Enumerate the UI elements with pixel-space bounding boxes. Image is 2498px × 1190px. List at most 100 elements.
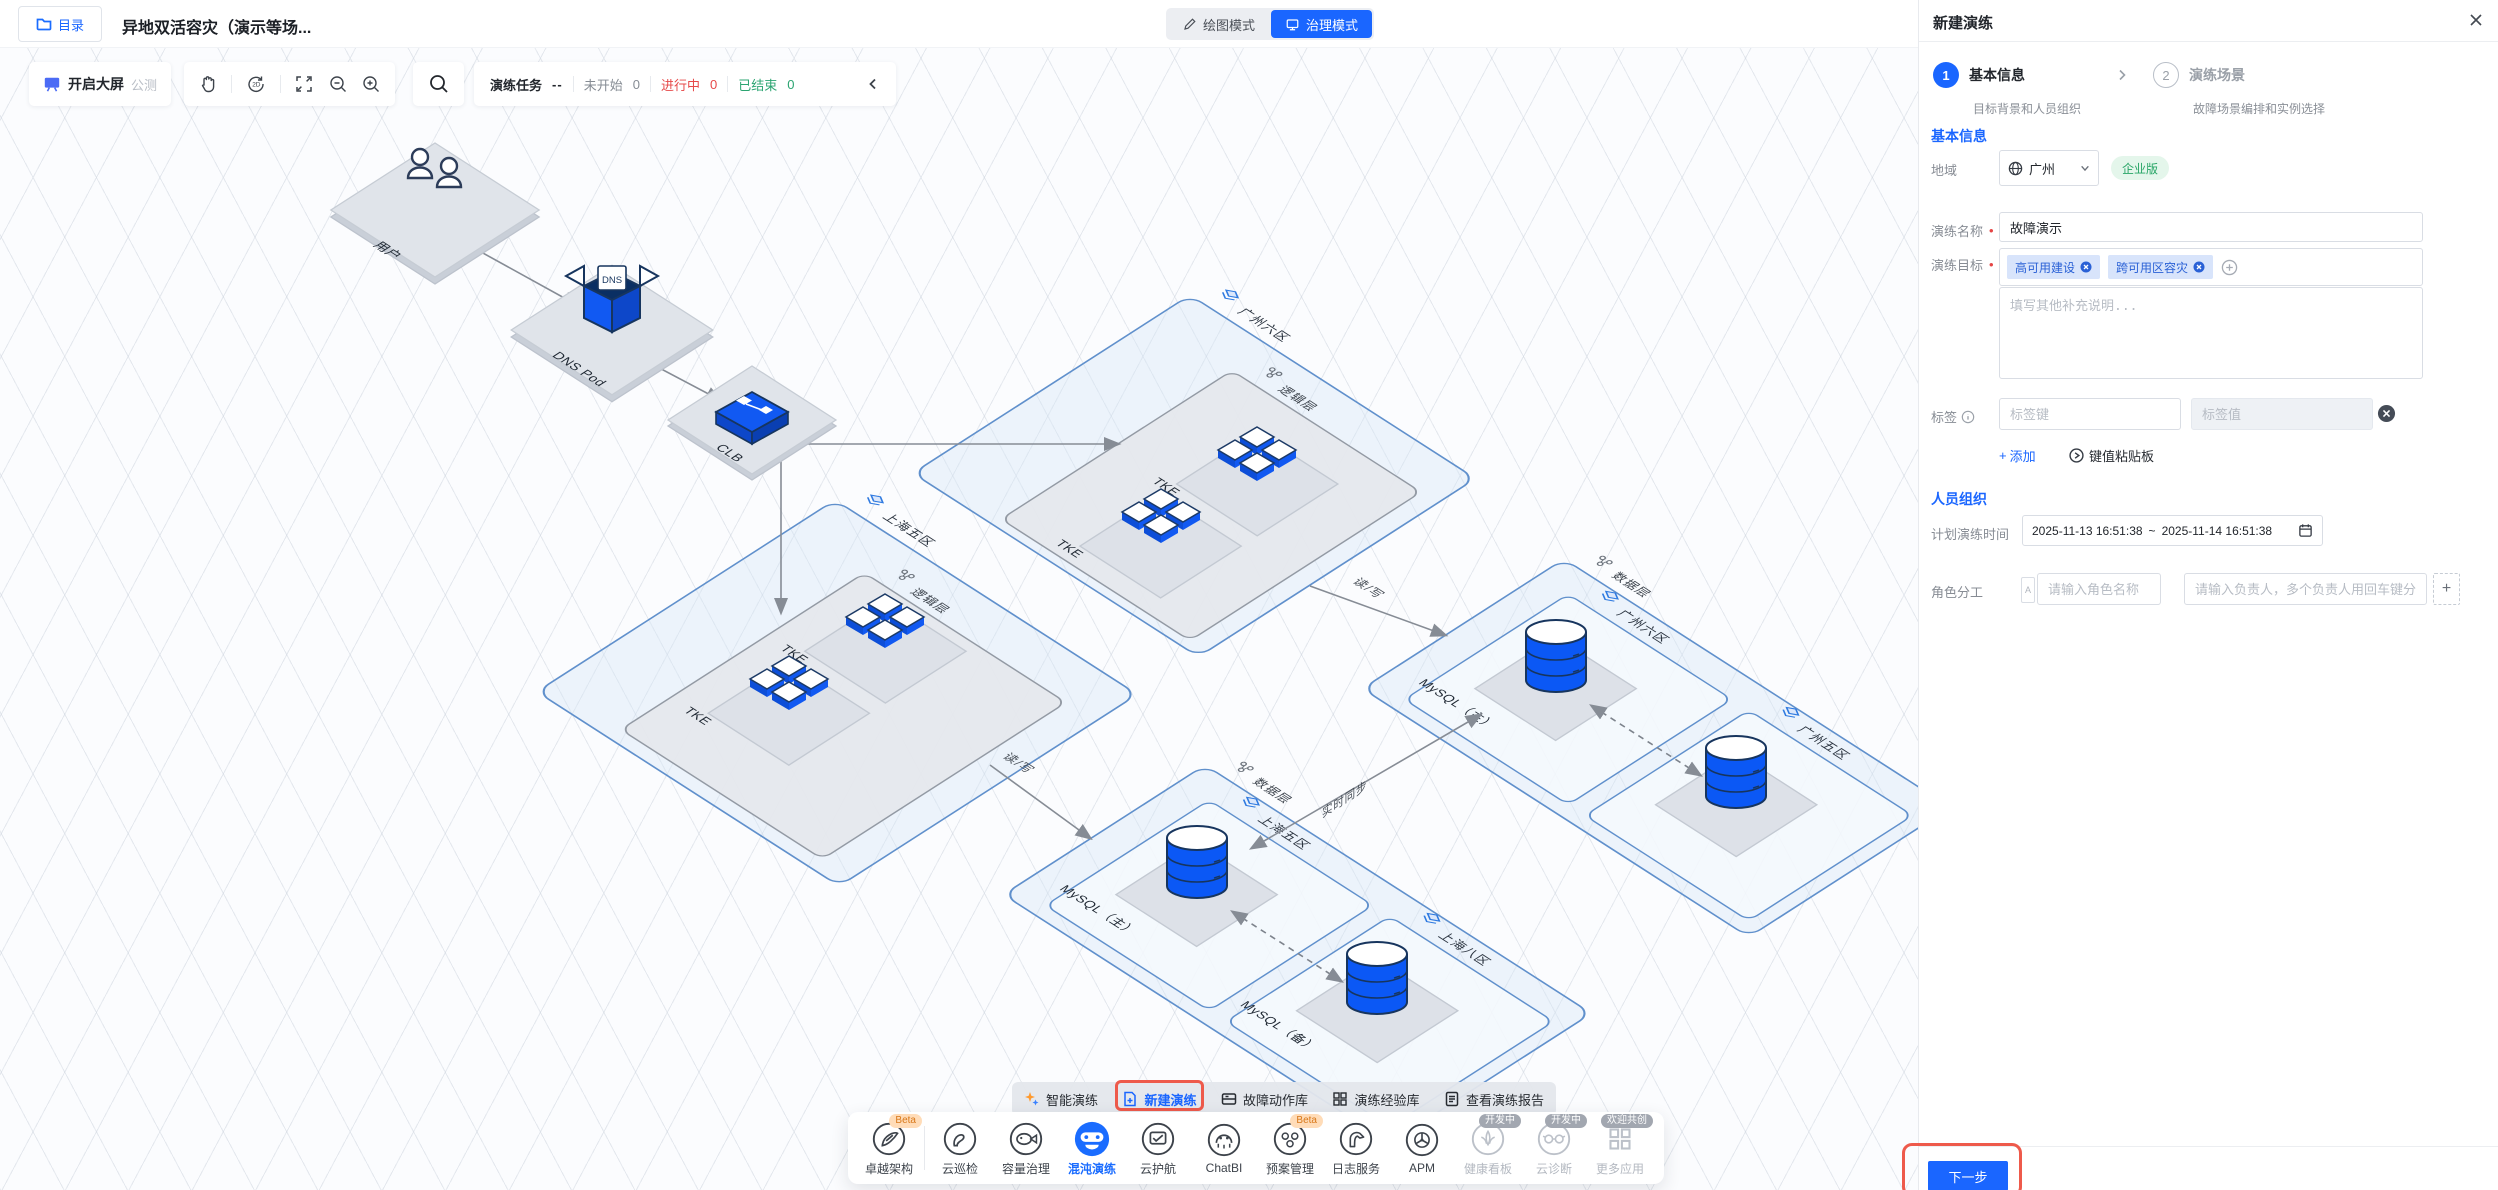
rotate-2d-icon[interactable]: 2D: [246, 74, 266, 94]
dev-badge: 开发中: [1479, 1114, 1521, 1128]
fullscreen-icon[interactable]: [294, 74, 314, 94]
fault-action-library-button[interactable]: 故障动作库: [1221, 1090, 1308, 1109]
finished-count: 0: [787, 77, 794, 92]
dock-item-log-service[interactable]: 日志服务: [1323, 1120, 1389, 1177]
dock-divider: [924, 1126, 925, 1170]
panel-header: 新建演练: [1919, 0, 2498, 42]
chaos-drill-icon: [1073, 1120, 1111, 1158]
drill-target-tags[interactable]: 高可用建设 跨可用区容灾: [1999, 248, 2423, 286]
schedule-end: 2025-11-14 16:51:38: [2162, 524, 2273, 538]
not-started-label: 未开始: [584, 75, 623, 94]
pencil-icon: [1182, 17, 1197, 32]
dock-item-apm[interactable]: APM: [1389, 1121, 1455, 1175]
step-chevron-icon: [2115, 68, 2129, 87]
drill-target-label: 演练目标•: [1931, 255, 1994, 274]
step-2-desc: 故障场景编排和实例选择: [2193, 100, 2325, 117]
add-tag-icon[interactable]: [2221, 259, 2238, 276]
catalog-button[interactable]: 目录: [18, 6, 102, 42]
schedule-label: 计划演练时间: [1931, 524, 2009, 543]
dock-item-health-board[interactable]: 开发中 健康看板: [1455, 1120, 1521, 1177]
search-icon: [428, 73, 450, 95]
app-window: 广州六区 逻辑层 TKE TKE 上海五区: [0, 0, 2498, 1190]
collapse-chevron-icon[interactable]: [866, 77, 880, 91]
log-service-icon: [1337, 1120, 1375, 1158]
zone-guangzhou-data[interactable]: 数据层 广州六区 广州五区 MySQL（主）: [1362, 545, 1918, 937]
step-2-number: 2: [2153, 62, 2179, 88]
schedule-range-picker[interactable]: 2025-11-13 16:51:38 ~ 2025-11-14 16:51:3…: [2022, 515, 2323, 546]
pan-hand-icon[interactable]: [198, 74, 218, 94]
zone-guangzhou-logic[interactable]: 广州六区 逻辑层 TKE TKE: [913, 279, 1501, 657]
dock-item-cloud-diagnosis[interactable]: 开发中 云诊断: [1521, 1120, 1587, 1177]
enterprise-badge: 企业版: [2111, 156, 2169, 180]
region-label: 地域: [1931, 160, 1957, 179]
sparkle-icon: [1024, 1091, 1040, 1107]
tag-value-input[interactable]: [2191, 398, 2373, 430]
node-dns-pod[interactable]: DNS Pod DNS: [509, 265, 713, 402]
search-button[interactable]: [413, 62, 464, 106]
draw-mode-button[interactable]: 绘图模式: [1168, 10, 1269, 38]
dock-item-chatbi[interactable]: ChatBI: [1191, 1121, 1257, 1175]
target-tag[interactable]: 高可用建设: [2007, 255, 2100, 279]
tag-key-input[interactable]: [1999, 398, 2181, 430]
schedule-separator: ~: [2149, 524, 2156, 538]
add-role-button[interactable]: +: [2433, 573, 2460, 605]
folder-icon: [36, 16, 52, 32]
step-2[interactable]: 2 演练场景: [2153, 62, 2245, 88]
add-tag-button[interactable]: +添加: [1999, 446, 2036, 465]
dev-badge: 开发中: [1545, 1114, 1587, 1128]
new-drill-button[interactable]: 新建演练: [1122, 1090, 1196, 1109]
tag-remove-icon[interactable]: [2193, 261, 2205, 273]
calendar-icon: [2298, 523, 2313, 538]
role-owner-input[interactable]: [2184, 573, 2427, 605]
required-mark: •: [1989, 257, 1994, 272]
dock-item-capacity-governance[interactable]: 容量治理: [993, 1120, 1059, 1177]
target-description-textarea[interactable]: [1999, 287, 2423, 379]
info-icon: [1961, 410, 1975, 424]
drill-experience-library-button[interactable]: 演练经验库: [1332, 1090, 1419, 1109]
catalog-label: 目录: [58, 15, 84, 34]
node-users[interactable]: 用户: [322, 143, 540, 284]
zoom-out-icon[interactable]: [328, 74, 348, 94]
govern-mode-button[interactable]: 治理模式: [1271, 10, 1372, 38]
remove-tag-row-icon[interactable]: [2377, 404, 2396, 428]
file-plus-icon: [1122, 1091, 1138, 1107]
grid-icon: [1332, 1091, 1348, 1107]
not-started-count: 0: [633, 77, 640, 92]
zoom-in-icon[interactable]: [361, 74, 381, 94]
dock-item-chaos-drill[interactable]: 混沌演练: [1059, 1120, 1125, 1177]
page-title: 异地双活容灾（演示等场...: [122, 14, 311, 38]
smart-drill-button[interactable]: 智能演练: [1024, 1090, 1098, 1109]
task-label: 演练任务: [490, 75, 542, 94]
dock-item-more-apps[interactable]: 欢迎共创 更多应用: [1587, 1120, 1653, 1177]
app-dock: Beta 卓越架构 云巡检 容量治理 混沌演练 云护航: [848, 1112, 1664, 1184]
diagram-canvas[interactable]: 广州六区 逻辑层 TKE TKE 上海五区: [0, 0, 1918, 1190]
dock-item-plan-management[interactable]: Beta 预案管理: [1257, 1120, 1323, 1177]
kv-clipboard-button[interactable]: 键值粘贴板: [2069, 446, 2154, 465]
target-tag[interactable]: 跨可用区容灾: [2108, 255, 2213, 279]
mysql-primary-icon[interactable]: [1167, 826, 1227, 898]
dns-box-label: DNS: [602, 275, 622, 286]
role-drag-handle[interactable]: A: [2021, 577, 2035, 603]
step-1-desc: 目标背景和人员组织: [1973, 100, 2081, 117]
drill-task-bar: 演练任务 -- 未开始 0 进行中 0 已结束 0: [474, 62, 896, 106]
cloud-patrol-icon: [941, 1120, 979, 1158]
close-icon[interactable]: [2468, 12, 2484, 28]
mysql-primary-icon[interactable]: [1526, 620, 1586, 692]
drill-name-input[interactable]: [1999, 212, 2423, 242]
next-step-button[interactable]: 下一步: [1928, 1161, 2008, 1190]
view-drill-report-button[interactable]: 查看演练报告: [1444, 1090, 1544, 1109]
dock-item-cloud-escort[interactable]: 云护航: [1125, 1120, 1191, 1177]
roles-label: 角色分工: [1931, 582, 1983, 601]
tag-remove-icon[interactable]: [2080, 261, 2092, 273]
dock-item-cloud-patrol[interactable]: 云巡检: [927, 1120, 993, 1177]
action-box-icon: [1221, 1091, 1237, 1107]
region-select[interactable]: 广州: [1999, 150, 2099, 186]
dock-item-excellent-architecture[interactable]: Beta 卓越架构: [856, 1120, 922, 1177]
mysql-backup-icon[interactable]: [1347, 942, 1407, 1014]
mysql-backup-icon[interactable]: [1706, 736, 1766, 808]
open-bigscreen-button[interactable]: 开启大屏 公测: [29, 62, 171, 106]
step-2-label: 演练场景: [2189, 62, 2245, 88]
basic-info-section-title: 基本信息: [1931, 126, 1987, 146]
node-clb[interactable]: CLB: [667, 366, 836, 480]
role-name-input[interactable]: [2037, 573, 2161, 605]
